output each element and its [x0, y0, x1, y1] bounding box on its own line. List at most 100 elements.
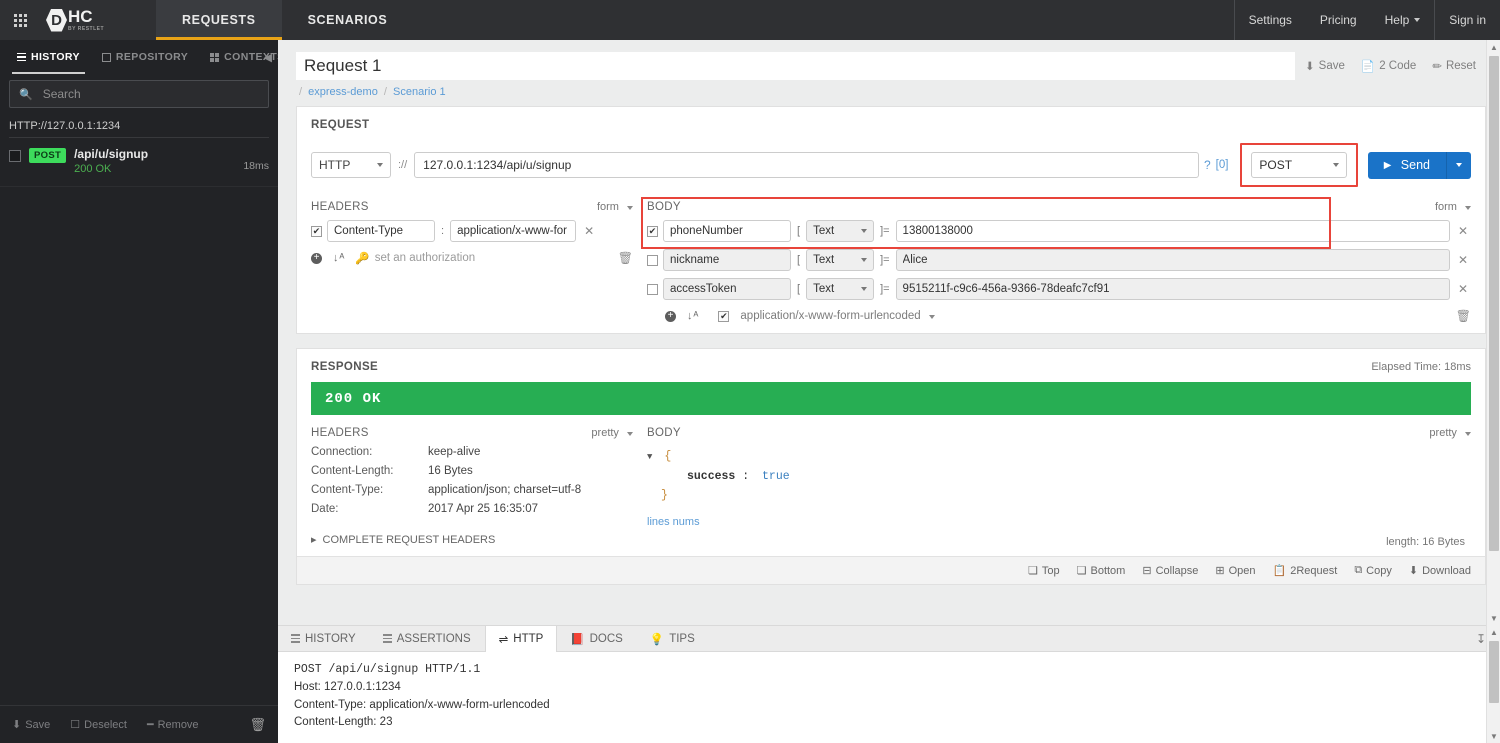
- json-colon: :: [742, 469, 750, 483]
- protocol-select[interactable]: HTTP: [311, 152, 391, 178]
- scroll-up-arrow-icon[interactable]: ▲: [1487, 625, 1500, 639]
- body-key-input[interactable]: [663, 220, 791, 242]
- code-button[interactable]: 📄 2 Code: [1361, 59, 1416, 73]
- sidebar-save-button[interactable]: ⬇ Save: [12, 718, 50, 732]
- scroll-down-arrow-icon[interactable]: ▼: [1487, 611, 1500, 625]
- http-line: Content-Type: application/x-www-form-url…: [294, 698, 550, 711]
- content-type-dropdown[interactable]: application/x-www-form-urlencoded: [740, 310, 935, 322]
- sidebar-remove-button[interactable]: ━ Remove: [147, 718, 199, 732]
- request-title-input[interactable]: [296, 52, 1296, 80]
- url-input[interactable]: [414, 152, 1199, 178]
- sidebar-deselect-button[interactable]: ☐ Deselect: [70, 718, 127, 732]
- response-header-value: keep-alive: [428, 446, 481, 458]
- header-colon: :: [441, 225, 445, 237]
- body-enabled-checkbox[interactable]: [647, 254, 658, 266]
- tab-requests[interactable]: REQUESTS: [156, 0, 282, 40]
- bottom-scrollbar[interactable]: ▲ ▼: [1486, 625, 1500, 743]
- add-header-icon[interactable]: +: [311, 252, 322, 264]
- help-icon[interactable]: ?: [1199, 158, 1216, 172]
- bracket-equals: ]=: [880, 283, 890, 295]
- breadcrumb-project[interactable]: express-demo: [308, 86, 378, 98]
- body-enabled-checkbox[interactable]: [647, 283, 658, 295]
- header-key-input[interactable]: [327, 220, 435, 242]
- download-button[interactable]: ⬇ Download: [1409, 564, 1471, 578]
- content-type-checkbox[interactable]: [718, 310, 730, 322]
- sidebar-collapse-icon[interactable]: ◀: [264, 51, 272, 64]
- breadcrumb-slash: /: [299, 86, 303, 98]
- body-type-select[interactable]: Text: [806, 220, 875, 242]
- body-value-input[interactable]: [895, 278, 1450, 300]
- bottom-tab-assertions[interactable]: ASSERTIONS: [370, 626, 485, 651]
- response-headers-mode-dropdown[interactable]: pretty: [591, 427, 633, 439]
- sidebar-trash-icon[interactable]: 🗑: [249, 717, 266, 733]
- body-remove-icon[interactable]: ✕: [1455, 224, 1471, 238]
- body-key-input[interactable]: [663, 278, 791, 300]
- headers-trash-icon[interactable]: 🗑: [618, 251, 633, 265]
- response-section-title: RESPONSE: [311, 361, 379, 373]
- main-scrollbar[interactable]: ▲ ▼: [1486, 40, 1500, 625]
- help-menu[interactable]: Help: [1371, 0, 1435, 40]
- lines-nums-link[interactable]: lines nums: [647, 516, 1471, 528]
- body-trash-icon[interactable]: 🗑: [1456, 309, 1471, 323]
- set-authorization-link[interactable]: 🔑 set an authorization: [355, 251, 475, 265]
- open-button[interactable]: ⊞ Open: [1215, 564, 1255, 578]
- response-columns: HEADERS pretty Connection: keep-alive Co…: [311, 427, 1471, 548]
- bottom-tab-tips[interactable]: 💡 TIPS: [637, 626, 709, 651]
- body-type-select[interactable]: Text: [806, 278, 875, 300]
- headers-column: HEADERS form : ✕: [311, 201, 633, 323]
- bottom-tab-http[interactable]: ⇌ HTTP: [484, 626, 558, 652]
- history-item-checkbox[interactable]: [9, 150, 21, 162]
- body-remove-icon[interactable]: ✕: [1455, 253, 1471, 267]
- pricing-link[interactable]: Pricing: [1306, 0, 1371, 40]
- search-box[interactable]: 🔍: [9, 80, 269, 108]
- sort-az-icon[interactable]: ↓ ᴬ: [687, 310, 698, 322]
- sidebar-tab-repository[interactable]: REPOSITORY: [91, 40, 199, 74]
- collapse-caret-icon[interactable]: ▼: [647, 452, 652, 462]
- complete-request-headers-toggle[interactable]: ▸ COMPLETE REQUEST HEADERS: [311, 533, 633, 547]
- body-value-input[interactable]: [895, 220, 1450, 242]
- header-value-input[interactable]: [450, 220, 577, 242]
- bottom-tab-history[interactable]: HISTORY: [278, 626, 370, 651]
- sort-az-icon[interactable]: ↓ ᴬ: [333, 252, 344, 264]
- body-enabled-checkbox[interactable]: [647, 225, 658, 237]
- scroll-up-arrow-icon[interactable]: ▲: [1487, 40, 1500, 54]
- sign-in-link[interactable]: Sign in: [1434, 0, 1500, 40]
- main-scrollbar-thumb[interactable]: [1489, 56, 1499, 551]
- sidebar-tab-history[interactable]: HISTORY: [6, 40, 91, 74]
- scroll-down-arrow-icon[interactable]: ▼: [1487, 729, 1500, 743]
- method-select[interactable]: POST: [1251, 152, 1348, 178]
- save-button[interactable]: ⬇ Save: [1305, 59, 1345, 73]
- collapse-button[interactable]: ⊟ Collapse: [1142, 564, 1198, 578]
- headers-mode-dropdown[interactable]: form: [597, 201, 633, 213]
- header-remove-icon[interactable]: ✕: [581, 224, 597, 238]
- send-options-button[interactable]: [1446, 151, 1471, 179]
- bottom-tab-docs[interactable]: 📕 DOCS: [557, 626, 637, 651]
- scroll-top-button[interactable]: ❏ Top: [1028, 564, 1060, 578]
- breadcrumb-scenario[interactable]: Scenario 1: [393, 86, 446, 98]
- variables-count-link[interactable]: [0]: [1216, 159, 1229, 171]
- copy-label: Copy: [1366, 564, 1392, 577]
- eraser-icon: ✏: [1432, 61, 1442, 73]
- logo[interactable]: D HC BY RESTLET: [40, 0, 110, 40]
- body-mode-dropdown[interactable]: form: [1435, 201, 1471, 213]
- search-input[interactable]: [40, 86, 259, 102]
- header-enabled-checkbox[interactable]: [311, 225, 322, 237]
- send-button[interactable]: ► Send: [1368, 158, 1446, 172]
- reset-button[interactable]: ✏ Reset: [1432, 59, 1476, 73]
- add-body-param-icon[interactable]: +: [665, 310, 676, 322]
- body-value-input[interactable]: [895, 249, 1450, 271]
- bottom-tab-assertions-label: ASSERTIONS: [396, 632, 471, 645]
- copy-button[interactable]: ⧉ Copy: [1354, 564, 1392, 577]
- body-remove-icon[interactable]: ✕: [1455, 282, 1471, 296]
- response-card: RESPONSE Elapsed Time: 18ms 200 OK HEADE…: [296, 348, 1486, 585]
- to-request-button[interactable]: 📋 2Request: [1273, 564, 1338, 578]
- body-type-select[interactable]: Text: [806, 249, 875, 271]
- apps-grid-icon[interactable]: [0, 0, 40, 40]
- bottom-scrollbar-thumb[interactable]: [1489, 641, 1499, 703]
- settings-link[interactable]: Settings: [1233, 0, 1306, 40]
- tab-scenarios[interactable]: SCENARIOS: [282, 0, 414, 40]
- history-item[interactable]: POST /api/u/signup 200 OK 18ms: [0, 138, 278, 188]
- scroll-bottom-button[interactable]: ❏ Bottom: [1077, 564, 1126, 578]
- body-key-input[interactable]: [663, 249, 791, 271]
- response-body-mode-dropdown[interactable]: pretty: [1429, 427, 1471, 439]
